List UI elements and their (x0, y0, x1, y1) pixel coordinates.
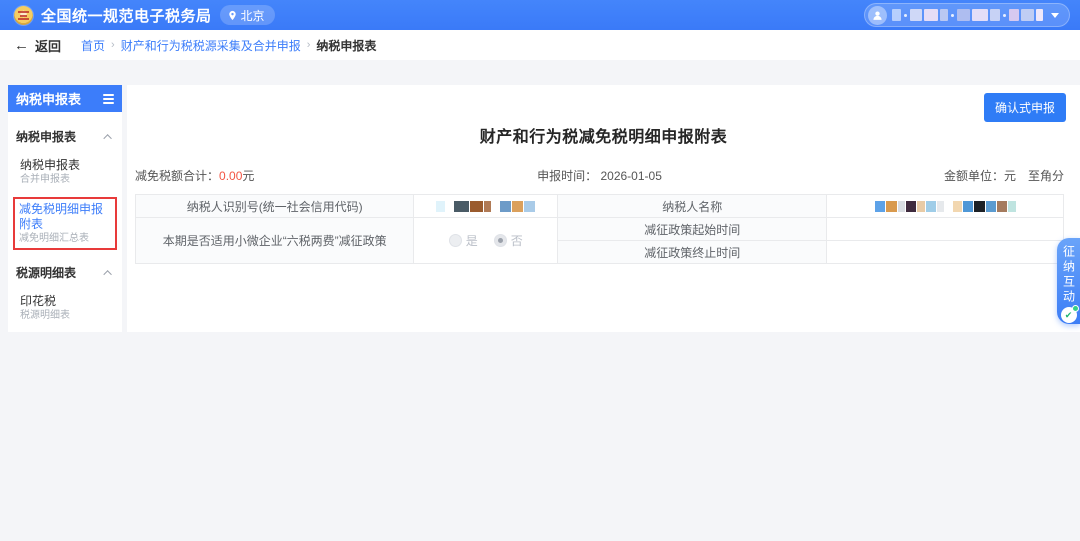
breadcrumb: 首页 › 财产和行为税税源采集及合并申报 › 纳税申报表 (81, 37, 376, 54)
radio-option-no[interactable]: 否 (494, 232, 523, 249)
declare-time-value: 2026-01-05 (600, 169, 661, 183)
user-account-pill[interactable] (864, 3, 1070, 27)
declare-time: 申报时间： 2026-01-05 (445, 167, 755, 184)
reduction-total-amount: 0.00 (219, 169, 242, 183)
redacted-username (892, 9, 1043, 21)
reduction-total-label: 减免税额合计： (135, 169, 219, 183)
breadcrumb-bar: ← 返回 首页 › 财产和行为税税源采集及合并申报 › 纳税申报表 (0, 30, 1080, 60)
breadcrumb-separator: › (307, 39, 311, 51)
chevron-up-icon (103, 270, 111, 278)
item-subtitle: 合并申报表 (20, 173, 114, 186)
location-pin-icon (227, 10, 238, 21)
location-badge[interactable]: 北京 (220, 5, 275, 25)
location-badge-label: 北京 (241, 7, 265, 24)
breadcrumb-home[interactable]: 首页 (81, 37, 105, 54)
sidebar: 纳税申报表 纳税申报表 纳税申报表 合并申报表 减免税明细申报附表 减免明细汇总… (8, 85, 122, 332)
confirm-declare-button[interactable]: 确认式申报 (984, 93, 1066, 122)
item-title: 印花税 (20, 294, 114, 309)
policy-end-value (827, 241, 1064, 264)
item-title: 减免税明细申报附表 (19, 202, 113, 232)
sidebar-section-tax-source[interactable]: 税源明细表 (16, 264, 114, 281)
section-title: 纳税申报表 (16, 128, 76, 145)
policy-start-value (827, 218, 1064, 241)
main-panel: 确认式申报 财产和行为税减免税明细申报附表 减免税额合计：0.00元 申报时间：… (127, 85, 1080, 332)
tax-bureau-logo-icon (14, 6, 33, 25)
chevron-down-icon (1051, 13, 1059, 18)
header-left: 全国统一规范电子税务局 北京 (14, 5, 275, 26)
declaration-table: 纳税人识别号(统一社会信用代码) 纳税人名称 (135, 194, 1064, 264)
item-subtitle: 减免明细汇总表 (19, 232, 113, 245)
sidebar-item-tax-return[interactable]: 纳税申报表 合并申报表 (16, 158, 114, 186)
app-header: 全国统一规范电子税务局 北京 (0, 0, 1080, 30)
table-row: 纳税人识别号(统一社会信用代码) 纳税人名称 (136, 195, 1064, 218)
sidebar-title: 纳税申报表 (16, 89, 81, 108)
page-title: 财产和行为税减免税明细申报附表 (127, 123, 1080, 147)
radio-icon-no-selected (494, 234, 507, 247)
back-arrow-icon: ← (14, 38, 29, 53)
sidebar-item-stamp-tax[interactable]: 印花税 税源明细表 (16, 294, 114, 322)
breadcrumb-current: 纳税申报表 (316, 37, 376, 54)
reduction-total: 减免税额合计：0.00元 (135, 167, 445, 184)
radio-label-yes: 是 (466, 232, 478, 249)
reduction-total-unit: 元 (242, 169, 254, 183)
breadcrumb-separator: › (111, 39, 115, 51)
policy-radio-cell: 是 否 (414, 218, 558, 264)
item-subtitle: 税源明细表 (20, 309, 114, 322)
taxpayer-name-value-redacted (827, 195, 1064, 218)
policy-end-label: 减征政策终止时间 (558, 241, 827, 264)
sidebar-section-tax-returns[interactable]: 纳税申报表 (16, 128, 114, 145)
sidebar-body: 纳税申报表 纳税申报表 合并申报表 减免税明细申报附表 减免明细汇总表 税源明细… (8, 112, 122, 322)
tax-interaction-float-tab[interactable]: 征纳互动 ✔ (1057, 238, 1080, 324)
back-button[interactable]: ← 返回 (14, 36, 61, 55)
declare-time-label: 申报时间： (537, 169, 597, 183)
sidebar-collapse-icon[interactable] (103, 94, 114, 104)
policy-question-label: 本期是否适用小微企业“六税两费”减征政策 (136, 218, 414, 264)
radio-label-no: 否 (511, 232, 523, 249)
back-label: 返回 (35, 36, 61, 55)
amount-unit-note: 金额单位：元 至角分 (754, 167, 1064, 184)
item-title: 纳税申报表 (20, 158, 114, 173)
policy-radio-group: 是 否 (449, 232, 523, 249)
interaction-check-icon: ✔ (1061, 307, 1077, 323)
app-title: 全国统一规范电子税务局 (41, 5, 212, 26)
annotation-highlight-box: 减免税明细申报附表 减免明细汇总表 (13, 197, 117, 250)
table-row: 本期是否适用小微企业“六税两费”减征政策 是 否 (136, 218, 1064, 241)
taxpayer-id-label: 纳税人识别号(统一社会信用代码) (136, 195, 414, 218)
page: 全国统一规范电子税务局 北京 ← 返回 首页 › (0, 0, 1080, 541)
sidebar-header: 纳税申报表 (8, 85, 122, 112)
user-avatar-icon (868, 6, 887, 25)
policy-start-label: 减征政策起始时间 (558, 218, 827, 241)
chevron-up-icon (103, 134, 111, 142)
content-area: 纳税申报表 纳税申报表 纳税申报表 合并申报表 减免税明细申报附表 减免明细汇总… (8, 85, 1080, 332)
taxpayer-id-value-redacted (414, 195, 558, 218)
float-tab-label: 征纳互动 (1063, 245, 1075, 305)
info-row: 减免税额合计：0.00元 申报时间： 2026-01-05 金额单位：元 至角分 (135, 167, 1064, 184)
section-title: 税源明细表 (16, 264, 76, 281)
radio-icon-yes (449, 234, 462, 247)
radio-option-yes[interactable]: 是 (449, 232, 478, 249)
breadcrumb-collection[interactable]: 财产和行为税税源采集及合并申报 (121, 37, 301, 54)
sidebar-item-reduction-detail-annex[interactable]: 减免税明细申报附表 减免明细汇总表 (15, 202, 113, 245)
taxpayer-name-label: 纳税人名称 (558, 195, 827, 218)
